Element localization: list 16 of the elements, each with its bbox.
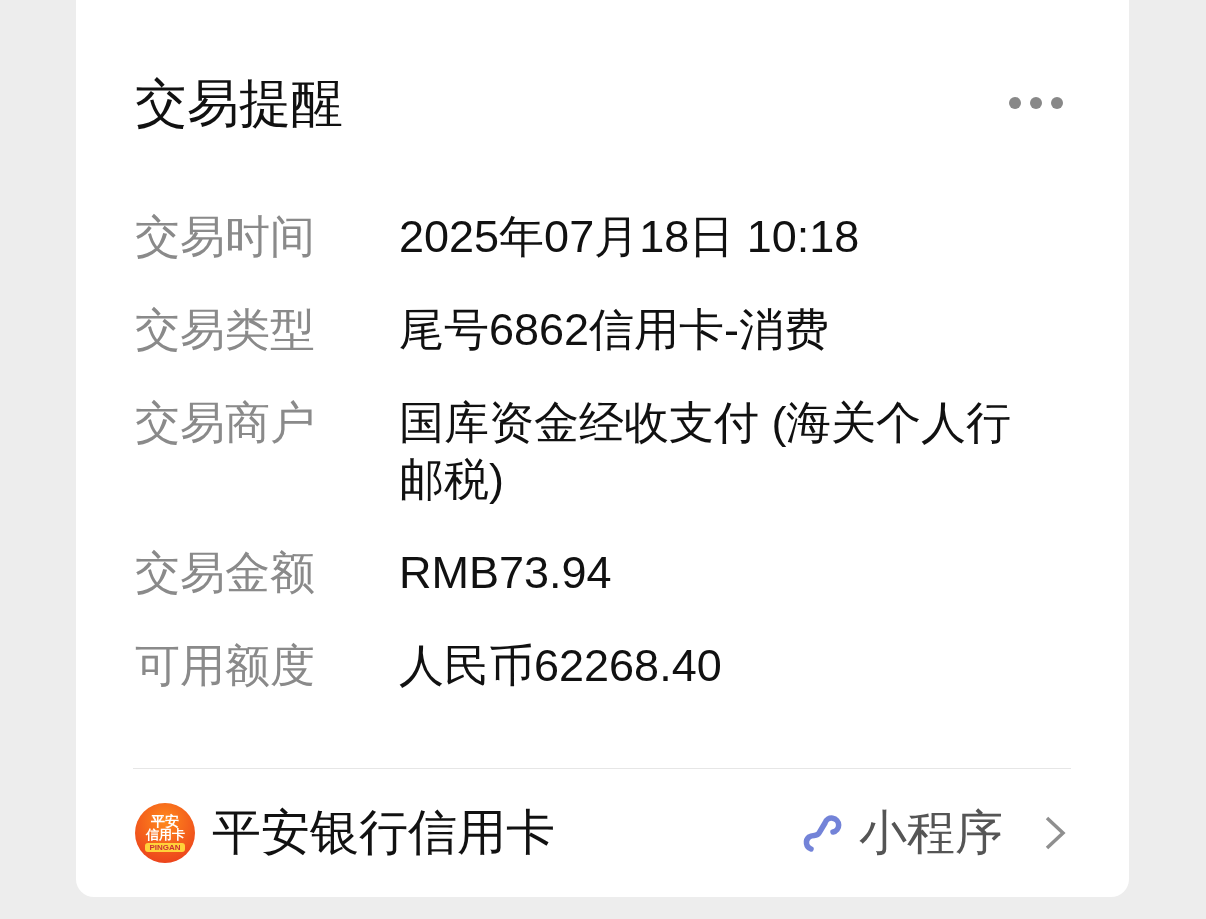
- field-value: 国库资金经收支付 (海关个人行邮税): [399, 396, 1013, 507]
- chevron-right-icon[interactable]: [1043, 815, 1067, 851]
- field-label: 可用额度: [135, 639, 316, 693]
- field-value: 2025年07月18日 10:18: [399, 210, 861, 264]
- bank-logo: 平安 信用卡 PINGAN: [135, 803, 195, 863]
- field-label: 交易商户: [135, 396, 316, 450]
- field-label: 交易类型: [135, 303, 316, 357]
- mini-program-label[interactable]: 小程序: [859, 801, 1003, 865]
- field-label: 交易金额: [135, 546, 316, 600]
- field-label: 交易时间: [135, 210, 316, 264]
- account-name[interactable]: 平安银行信用卡: [212, 800, 801, 866]
- field-value: 人民币62268.40: [399, 639, 723, 693]
- card-title: 交易提醒: [135, 73, 343, 133]
- field-value: 尾号6862信用卡-消费: [399, 303, 831, 357]
- field-value: RMB73.94: [399, 546, 613, 600]
- more-icon[interactable]: [1009, 97, 1063, 109]
